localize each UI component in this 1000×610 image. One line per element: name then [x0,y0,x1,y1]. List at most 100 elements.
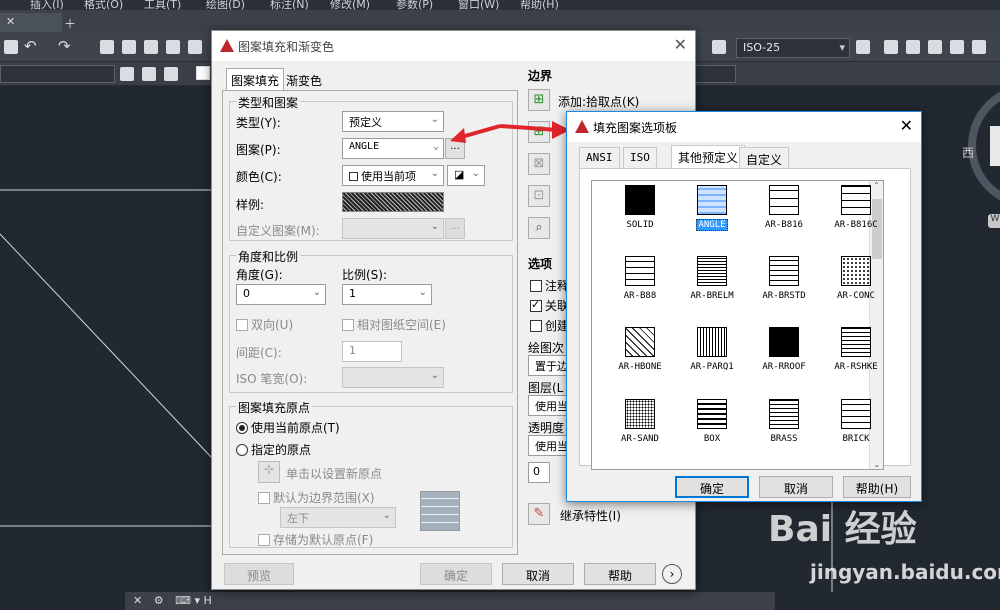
annotative-checkbox[interactable]: 注释 [530,277,569,294]
pattern-cell[interactable]: AR-B816C [820,185,883,230]
double-checkbox[interactable]: 双向(U) [236,316,293,333]
palette-titlebar[interactable]: 填充图案选项板 ✕ [567,112,921,142]
tab-gradient[interactable]: 渐变色 [283,70,325,90]
pattern-name: AR-HBONE [618,362,662,372]
tab-other-predefined[interactable]: 其他预定义 [671,145,746,169]
more-options-icon[interactable]: › [662,564,682,584]
tool-icon[interactable] [906,40,920,54]
store-default-origin-checkbox[interactable]: 存储为默认原点(F) [258,531,373,548]
cancel-button[interactable]: 取消 [502,563,574,585]
type-select[interactable]: 预定义 ⌄ [342,111,444,132]
tool-icon[interactable] [100,40,114,54]
pattern-cell[interactable]: AR-BRSTD [748,256,820,301]
tool-icon[interactable] [144,40,158,54]
command-line[interactable]: ✕ ⚙ ⌨ ▾ H [125,592,775,610]
undo-icon[interactable]: ↶ [24,37,37,55]
associative-checkbox[interactable]: 关联 [530,297,569,314]
tab-close-icon[interactable]: ✕ [6,15,15,28]
palette-cancel-button[interactable]: 取消 [759,476,833,498]
pattern-cell[interactable]: SOLID [604,185,676,230]
ok-button[interactable]: 确定 [420,563,492,585]
custom-pattern-browse-button[interactable]: ... [445,218,465,239]
new-tab-icon[interactable]: ＋ [64,15,76,32]
palette-help-button[interactable]: 帮助(H) [843,476,911,498]
redo-icon[interactable]: ↷ [58,37,71,55]
layer-select[interactable] [0,65,115,83]
help-button[interactable]: 帮助 [584,563,656,585]
tab-hatch[interactable]: 图案填充 [226,68,285,90]
menu-item[interactable]: 帮助(H) [520,0,559,12]
pattern-cell[interactable]: AR-B88 [604,256,676,301]
tab-custom[interactable]: 自定义 [739,147,790,168]
pattern-cell[interactable]: AR-SAND [604,399,676,444]
menu-item[interactable]: 标注(N) [270,0,309,12]
pattern-cell[interactable]: ANGLE [676,185,748,231]
close-icon[interactable]: ✕ [133,594,142,607]
doc-tab[interactable]: ✕ [0,13,62,32]
pattern-cell[interactable]: AR-B816 [748,185,820,230]
menu-item[interactable]: 工具(T) [144,0,181,12]
hatch-dialog-titlebar[interactable]: 图案填充和渐变色 ✕ [212,31,695,61]
inherit-properties-icon[interactable]: ✎ [528,503,550,525]
use-current-origin-radio[interactable]: 使用当前原点(T) [236,419,340,436]
tool-icon[interactable] [120,67,134,81]
scroll-down-icon[interactable]: ⌄ [870,460,883,469]
create-separate-checkbox[interactable]: 创建 [530,317,569,334]
scale-select[interactable]: 1 ⌄ [342,284,432,305]
tool-icon[interactable] [950,40,964,54]
dimension-style-icon[interactable] [712,40,726,54]
menu-item[interactable]: 格式(O) [84,0,123,12]
view-selections-icon[interactable]: ⌕ [528,217,550,239]
tab-ansi[interactable]: ANSI [579,147,620,168]
pattern-cell[interactable]: BOX [676,399,748,444]
palette-ok-button[interactable]: 确定 [675,476,749,498]
color-select[interactable]: 使用当前项 ⌄ [342,165,444,186]
tool-icon[interactable] [928,40,942,54]
close-icon[interactable]: ✕ [674,35,687,54]
pattern-cell[interactable]: AR-HBONE [604,327,676,372]
pattern-cell[interactable]: BRASS [748,399,820,444]
menu-item[interactable]: 窗口(W) [458,0,499,12]
transparency-value-input[interactable]: 0 [528,462,550,483]
tool-icon[interactable] [884,40,898,54]
tab-iso[interactable]: ISO [623,147,657,168]
tool-icon[interactable] [166,40,180,54]
tool-icon[interactable] [142,67,156,81]
tool-icon[interactable] [972,40,986,54]
close-icon[interactable]: ✕ [900,116,913,135]
relative-paperspace-checkbox[interactable]: 相对图纸空间(E) [342,316,446,333]
color-swatch[interactable] [196,66,210,80]
command-input[interactable]: ⌨ ▾ H [175,594,212,607]
tool-icon[interactable] [188,40,202,54]
spacing-input[interactable]: 1 [342,341,402,362]
recreate-boundary-icon[interactable]: ⊡ [528,185,550,207]
tool-icon[interactable] [122,40,136,54]
pattern-cell[interactable]: AR-CONC [820,256,883,301]
iso-pen-width-select[interactable]: ⌄ [342,367,444,388]
pattern-cell[interactable]: AR-PARQ1 [676,327,748,372]
background-color-select[interactable]: ◪ ⌄ [447,165,485,186]
pattern-cell[interactable]: BRICK [820,399,883,444]
origin-position-select[interactable]: 左下 ⌄ [280,507,396,528]
specified-origin-radio[interactable]: 指定的原点 [236,441,311,458]
pattern-cell[interactable]: AR-RSHKE [820,327,883,372]
tool-icon[interactable] [4,40,18,54]
tool-icon[interactable] [164,67,178,81]
wrench-icon[interactable]: ⚙ [154,594,164,607]
menu-item[interactable]: 修改(M) [330,0,370,12]
pattern-cell[interactable]: AR-RROOF [748,327,820,372]
pattern-sample-swatch[interactable] [342,192,444,212]
angle-select[interactable]: 0 ⌄ [236,284,326,305]
menu-item[interactable]: 绘图(D) [206,0,245,12]
menu-item[interactable]: 插入(I) [30,0,64,12]
set-origin-icon[interactable]: ⊹ [258,461,280,483]
default-extents-checkbox[interactable]: 默认为边界范围(X) [258,489,375,506]
dimension-style-select[interactable]: ISO-25 [736,38,850,58]
linetype-select[interactable] [690,65,736,83]
menu-item[interactable]: 参数(P) [396,0,433,12]
pattern-select[interactable]: ANGLE ⌄ [342,138,444,159]
preview-button[interactable]: 预览 [224,563,294,585]
custom-pattern-select[interactable]: ⌄ [342,218,444,239]
tool-icon[interactable] [856,40,870,54]
pattern-cell[interactable]: AR-BRELM [676,256,748,301]
